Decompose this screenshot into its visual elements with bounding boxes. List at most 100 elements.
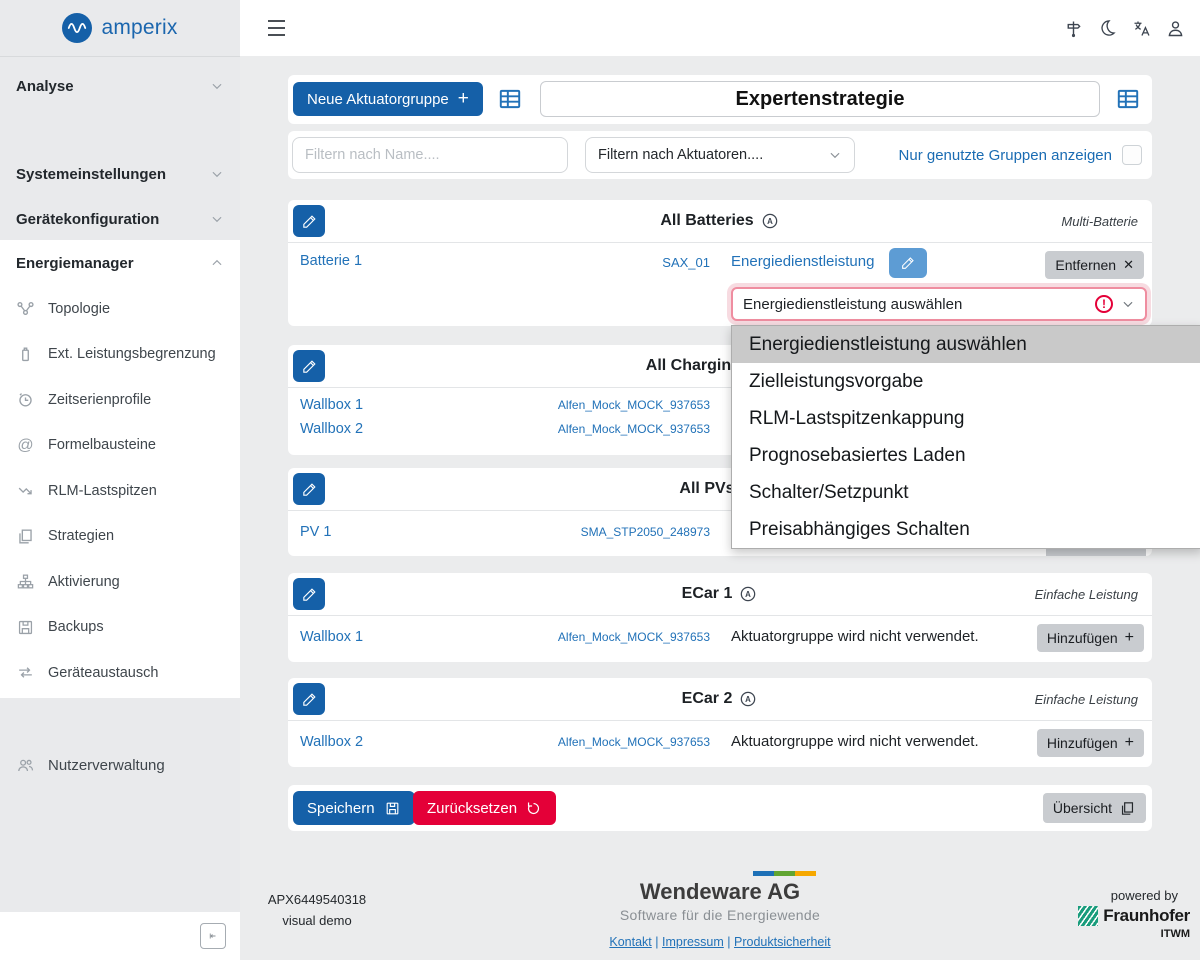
brand-header: amperix: [0, 0, 240, 57]
dropdown-option[interactable]: Preisabhängiges Schalten: [732, 511, 1200, 548]
device-id: Alfen_Mock_MOCK_937653: [538, 422, 710, 436]
filter-card: Filtern nach Aktuatoren.... Nur genutzte…: [288, 131, 1152, 179]
strategy-title-input[interactable]: [540, 81, 1100, 117]
collapse-sidebar-button[interactable]: [200, 923, 226, 949]
show-used-groups-label: Nur genutzte Gruppen anzeigen: [899, 147, 1112, 164]
device-id: SMA_STP2050_248973: [538, 525, 710, 539]
sidebar-item-aktivierung[interactable]: Aktivierung: [0, 559, 240, 605]
company-tagline: Software für die Energiewende: [590, 907, 850, 923]
documents-icon: [16, 527, 35, 546]
fraunhofer-logo: Fraunhofer: [1078, 906, 1190, 926]
chevron-up-icon: [210, 256, 224, 270]
actuator-name-link[interactable]: PV 1: [300, 524, 331, 540]
device-id: Alfen_Mock_MOCK_937653: [538, 735, 710, 749]
sidebar-footer: [0, 912, 240, 960]
company-name: Wendeware AG: [590, 879, 850, 905]
clock-icon: [16, 390, 35, 409]
topbar: [240, 0, 1200, 56]
group-type-label: Einfache Leistung: [1035, 678, 1138, 720]
group-status-text: Aktuatorgruppe wird nicht verwendet.: [731, 733, 979, 750]
signpost-icon[interactable]: [1062, 17, 1084, 39]
auto-badge-icon: A: [738, 584, 758, 604]
actuator-name-link[interactable]: Wallbox 2: [300, 421, 363, 437]
brand-color-bar: [753, 871, 816, 876]
svg-text:A: A: [745, 590, 751, 599]
translate-icon[interactable]: [1130, 17, 1152, 39]
actuator-name-link[interactable]: Wallbox 1: [300, 397, 363, 413]
group-title: All PVs: [679, 480, 734, 498]
sidebar-item-ext-leistungsbegrenzung[interactable]: Ext. Leistungsbegrenzung: [0, 332, 240, 378]
remove-button[interactable]: Entfernen✕: [1045, 251, 1144, 279]
save-button[interactable]: Speichern: [293, 791, 415, 825]
impressum-link[interactable]: Impressum: [662, 935, 724, 949]
group-status-text: Aktuatorgruppe wird nicht verwendet.: [731, 628, 979, 645]
battery-icon: [16, 345, 35, 364]
sidebar-item-backups[interactable]: Backups: [0, 605, 240, 651]
group-card-ecar-2: ECar 2 A Einfache Leistung Wallbox 2 Alf…: [288, 678, 1152, 767]
group-type-label: Einfache Leistung: [1035, 573, 1138, 615]
topbar-icons: [1062, 17, 1186, 39]
dropdown-option[interactable]: Energiedienstleistung auswählen: [732, 326, 1200, 363]
actuator-name-link[interactable]: Batterie 1: [300, 253, 362, 269]
footer-brand: Wendeware AG Software für die Energiewen…: [590, 871, 850, 949]
actuator-name-link[interactable]: Wallbox 2: [300, 734, 363, 750]
filter-actuators-select[interactable]: Filtern nach Aktuatoren....: [585, 137, 855, 173]
device-id: Alfen_Mock_MOCK_937653: [538, 398, 710, 412]
actions-card: Speichern Zurücksetzen Übersicht: [288, 785, 1152, 831]
actuator-name-link[interactable]: Wallbox 1: [300, 629, 363, 645]
new-actuator-group-button[interactable]: Neue Aktuatorgruppe+: [293, 82, 483, 116]
svg-text:A: A: [745, 695, 751, 704]
reset-button[interactable]: Zurücksetzen: [413, 791, 556, 825]
sidebar-section-analyse[interactable]: Analyse: [0, 66, 240, 106]
filter-name-input[interactable]: [292, 137, 568, 173]
user-icon[interactable]: [1164, 17, 1186, 39]
auto-badge-icon: A: [760, 211, 780, 231]
amperix-logo-icon: [62, 13, 92, 43]
group-card-all-batteries: All Batteries A Multi-Batterie Batterie …: [288, 200, 1152, 326]
chevron-down-icon: [210, 79, 224, 93]
auto-badge-icon: A: [738, 689, 758, 709]
sidebar-section-geraetekonfiguration[interactable]: Gerätekonfiguration: [0, 199, 240, 239]
strategy-header-card: Neue Aktuatorgruppe+: [288, 75, 1152, 124]
kontakt-link[interactable]: Kontakt: [609, 935, 651, 949]
table-view-icon[interactable]: [497, 85, 525, 113]
sidebar-item-rlm-lastspitzen[interactable]: RLM-Lastspitzen: [0, 468, 240, 514]
device-id: SAX_01: [538, 255, 710, 270]
sidebar-item-geraeteaustausch[interactable]: Geräteaustausch: [0, 650, 240, 696]
group-title: ECar 2: [682, 690, 733, 708]
sidebar-section-systemeinstellungen[interactable]: Systemeinstellungen: [0, 154, 240, 194]
sitemap-icon: [16, 572, 35, 591]
moon-icon[interactable]: [1096, 17, 1118, 39]
sidebar-item-topologie[interactable]: Topologie: [0, 286, 240, 332]
sidebar-item-zeitserienprofile[interactable]: Zeitserienprofile: [0, 377, 240, 423]
dropdown-option[interactable]: Zielleistungsvorgabe: [732, 363, 1200, 400]
add-button[interactable]: Hinzufügen+: [1037, 729, 1144, 757]
sidebar-section-energiemanager[interactable]: Energiemanager: [0, 240, 240, 286]
powered-by-label: powered by: [1078, 888, 1178, 903]
device-id: Alfen_Mock_MOCK_937653: [538, 630, 710, 644]
table-view-icon[interactable]: [1115, 85, 1143, 113]
dropdown-option[interactable]: Schalter/Setzpunkt: [732, 474, 1200, 511]
dropdown-option[interactable]: RLM-Lastspitzenkappung: [732, 400, 1200, 437]
plus-icon: +: [1125, 629, 1134, 647]
device-serial: APX6449540318: [252, 889, 382, 910]
edit-service-button[interactable]: [889, 248, 927, 278]
energy-service-select[interactable]: Energiedienstleistung auswählen !: [731, 287, 1147, 321]
produktsicherheit-link[interactable]: Produktsicherheit: [734, 935, 831, 949]
sidebar-energiemanager-block: Energiemanager Topologie Ext. Leistungsb…: [0, 240, 240, 698]
dropdown-option[interactable]: Prognosebasiertes Laden: [732, 437, 1200, 474]
fraunhofer-logo-icon: [1078, 906, 1098, 926]
device-info: APX6449540318 visual demo: [252, 889, 382, 931]
service-label: Energiedienstleistung: [731, 253, 874, 270]
overview-button[interactable]: Übersicht: [1043, 793, 1146, 823]
error-icon: !: [1095, 295, 1113, 313]
chevron-down-icon: [1121, 297, 1135, 311]
show-used-groups-checkbox[interactable]: [1122, 145, 1142, 165]
sidebar-item-strategien[interactable]: Strategien: [0, 514, 240, 560]
sidebar-item-nutzerverwaltung[interactable]: Nutzerverwaltung: [0, 745, 240, 785]
floppy-icon: [16, 618, 35, 637]
sidebar-item-formelbausteine[interactable]: @ Formelbausteine: [0, 423, 240, 469]
add-button[interactable]: Hinzufügen+: [1037, 624, 1144, 652]
menu-icon[interactable]: [268, 20, 285, 41]
plus-icon: +: [1125, 734, 1134, 752]
